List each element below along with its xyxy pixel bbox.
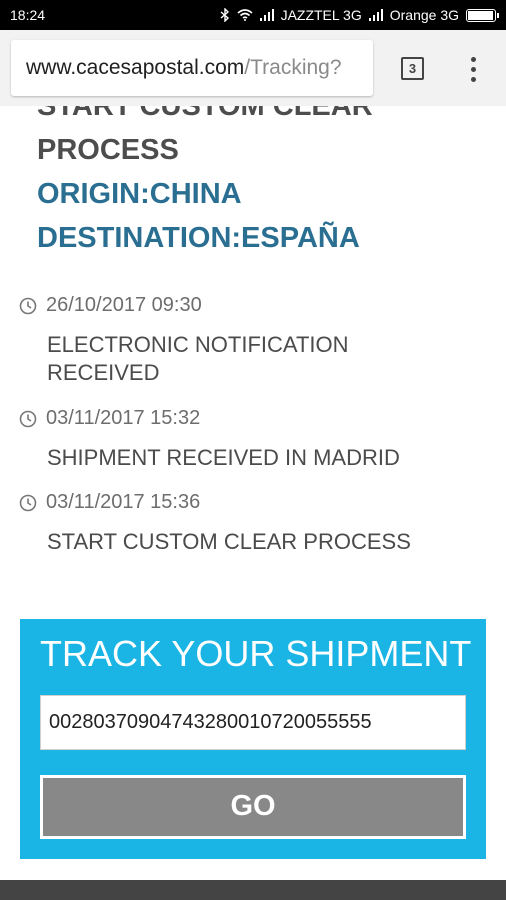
clock-icon <box>19 494 37 511</box>
origin-heading: ORIGIN:CHINA <box>37 178 242 210</box>
bottom-bar <box>0 880 506 900</box>
signal-icon <box>259 9 274 21</box>
event-description: SHIPMENT RECEIVED IN MADRID <box>47 445 400 470</box>
timeline-event: 03/11/2017 15:36 START CUSTOM CLEAR PROC… <box>19 491 447 556</box>
url-path: /Tracking? <box>244 56 342 79</box>
timeline-event: 03/11/2017 15:32 SHIPMENT RECEIVED IN MA… <box>19 407 447 472</box>
status-heading-line1: START CUSTOM CLEAR <box>37 106 373 122</box>
go-button[interactable]: GO <box>40 775 466 839</box>
tracking-number-input[interactable] <box>40 695 466 750</box>
carrier-1: JAZZTEL 3G <box>280 7 362 23</box>
status-icons: JAZZTEL 3G Orange 3G <box>220 7 499 23</box>
clock-icon <box>19 297 37 314</box>
clock-icon <box>19 410 37 427</box>
track-title: TRACK YOUR SHIPMENT <box>40 633 472 674</box>
signal-icon-2 <box>368 9 383 21</box>
browser-toolbar: www.cacesapostal.com/Tracking? 3 <box>0 30 506 106</box>
page-content: START CUSTOM CLEAR PROCESS ORIGIN:CHINA … <box>0 106 506 880</box>
status-heading-line2: PROCESS <box>37 134 179 166</box>
address-bar[interactable]: www.cacesapostal.com/Tracking? <box>11 40 373 96</box>
event-date: 03/11/2017 15:32 <box>46 407 201 429</box>
wifi-icon <box>237 9 253 21</box>
overflow-menu-icon[interactable] <box>464 54 482 84</box>
carrier-2: Orange 3G <box>389 7 459 23</box>
battery-icon <box>466 8 499 22</box>
tab-switcher-button[interactable]: 3 <box>401 57 424 80</box>
event-date: 03/11/2017 15:36 <box>46 491 201 513</box>
event-description: START CUSTOM CLEAR PROCESS <box>47 529 411 554</box>
bluetooth-icon <box>220 8 229 22</box>
event-date: 26/10/2017 09:30 <box>46 294 202 316</box>
event-description: ELECTRONIC NOTIFICATION RECEIVED <box>47 332 349 385</box>
timeline-event: 26/10/2017 09:30 ELECTRONIC NOTIFICATION… <box>19 294 447 387</box>
status-bar: 18:24 JAZZTEL 3G Orange 3G <box>0 0 506 30</box>
clock-time: 18:24 <box>10 7 46 23</box>
destination-heading: DESTINATION:ESPAÑA <box>37 222 360 254</box>
url-host: www.cacesapostal.com <box>26 56 245 79</box>
track-shipment-panel: TRACK YOUR SHIPMENT GO <box>20 619 486 859</box>
